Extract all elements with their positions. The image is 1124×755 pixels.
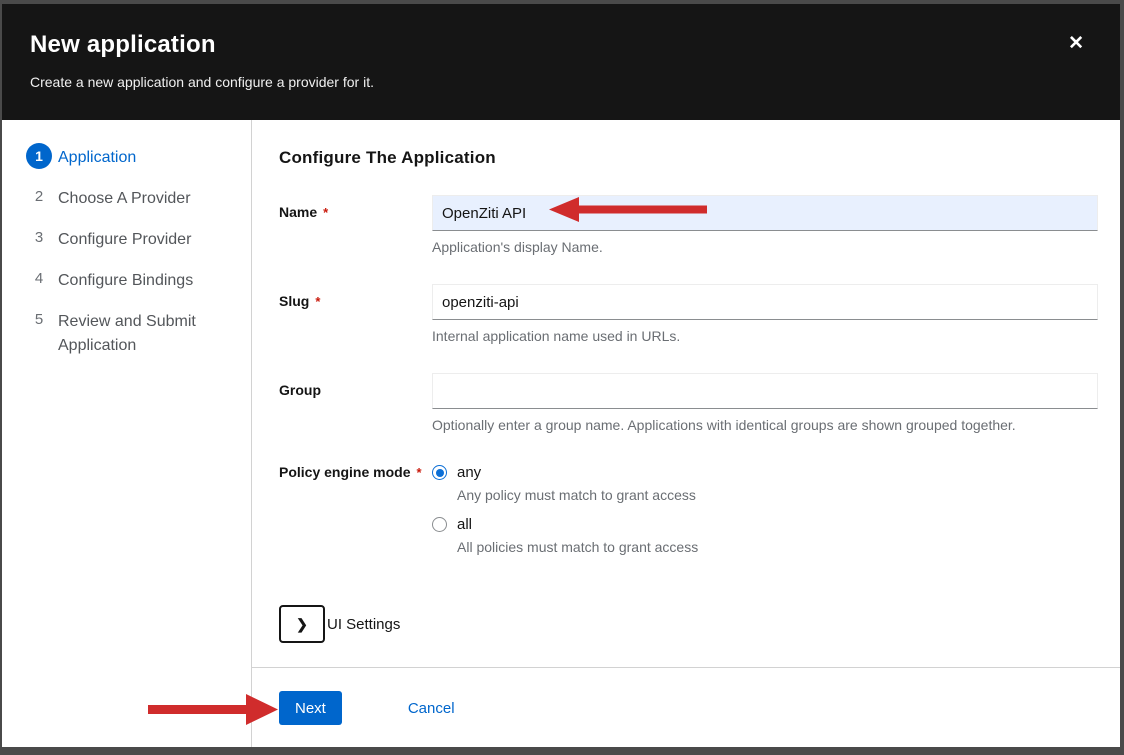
wizard-step-review-submit[interactable]: 5 Review and Submit Application [26,307,233,358]
group-label: Group [279,373,432,433]
wizard-main-column: Configure The Application Name* Applicat… [252,120,1120,747]
step-number: 2 [26,184,52,210]
group-field[interactable] [432,373,1098,409]
step-number: 3 [26,225,52,251]
wizard-step-configure-provider[interactable]: 3 Configure Provider [26,225,233,252]
required-asterisk: * [315,294,320,309]
modal-body: 1 Application 2 Choose A Provider 3 Conf… [2,120,1120,747]
wizard-step-configure-bindings[interactable]: 4 Configure Bindings [26,266,233,293]
group-helper-text: Optionally enter a group name. Applicati… [432,417,1098,433]
radio-any-helper-text: Any policy must match to grant access [457,487,1098,503]
step-heading: Configure The Application [279,148,1098,168]
form-row-slug: Slug* Internal application name used in … [279,284,1098,344]
step-number-badge: 1 [26,143,52,169]
step-label: Review and Submit Application [58,307,203,358]
cancel-button[interactable]: Cancel [408,691,455,725]
ui-settings-label: UI Settings [327,616,400,633]
required-asterisk: * [416,465,421,480]
slug-label: Slug* [279,284,432,344]
radio-option-any[interactable]: any [432,464,1098,481]
modal-header: New application Create a new application… [2,4,1120,120]
form-row-name: Name* Application's display Name. [279,195,1098,255]
radio-button-any[interactable] [432,465,447,480]
radio-all-label: all [457,516,472,533]
step-number: 4 [26,266,52,292]
close-icon[interactable]: ✕ [1068,34,1084,53]
radio-all-helper-text: All policies must match to grant access [457,539,1098,555]
slug-helper-text: Internal application name used in URLs. [432,328,1098,344]
step-label: Choose A Provider [58,184,191,211]
name-label: Name* [279,195,432,255]
radio-button-all[interactable] [432,517,447,532]
modal-subtitle: Create a new application and configure a… [30,74,1050,90]
step-content: Configure The Application Name* Applicat… [252,120,1120,667]
wizard-footer: Next Cancel [252,667,1120,747]
wizard-step-application[interactable]: 1 Application [26,143,233,170]
wizard-step-choose-provider[interactable]: 2 Choose A Provider [26,184,233,211]
required-asterisk: * [323,205,328,220]
form-row-group: Group Optionally enter a group name. App… [279,373,1098,433]
ui-settings-expand-button[interactable]: ❯ [279,605,325,643]
step-label: Application [58,143,136,170]
name-field[interactable] [432,195,1098,231]
slug-field[interactable] [432,284,1098,320]
ui-settings-expandable: ❯ UI Settings [279,605,1098,643]
chevron-right-icon: ❯ [296,616,308,633]
form-row-policy-engine-mode: Policy engine mode* any Any policy must … [279,462,1098,568]
step-label: Configure Provider [58,225,191,252]
new-application-modal: New application Create a new application… [2,4,1120,747]
radio-option-all[interactable]: all [432,516,1098,533]
policy-engine-mode-label: Policy engine mode* [279,462,432,568]
wizard-steps-nav: 1 Application 2 Choose A Provider 3 Conf… [2,120,252,747]
name-helper-text: Application's display Name. [432,239,1098,255]
step-number: 5 [26,307,52,333]
page-title: New application [30,31,1050,59]
radio-any-label: any [457,464,481,481]
step-label: Configure Bindings [58,266,193,293]
next-button[interactable]: Next [279,691,342,725]
